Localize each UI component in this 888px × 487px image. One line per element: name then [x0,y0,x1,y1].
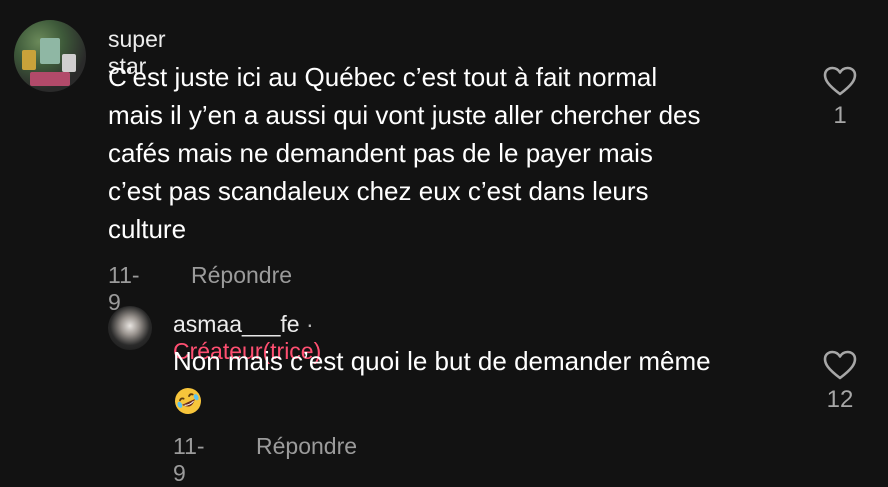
like-button[interactable]: 12 [820,350,860,414]
reply-text-line: Non mais c’est quoi le but de demander m… [173,346,711,376]
avatar[interactable] [14,20,86,92]
like-count: 1 [833,102,847,129]
comment-text-line: culture [108,214,187,244]
heart-outline-icon [823,350,857,380]
heart-outline-icon [823,66,857,96]
reply-button[interactable]: Répondre [256,433,357,460]
comment-text-line: mais il y’en a aussi qui vont juste alle… [108,100,701,130]
reply-emoji-line [173,380,813,418]
like-count: 12 [826,386,854,413]
rolling-on-floor-laughing-emoji-icon [175,388,201,415]
comment-text: C’est juste ici au Québec c’est tout à f… [108,58,808,248]
comment-text-line: c’est pas scandaleux chez eux c’est dans… [108,176,649,206]
comment-text-line: C’est juste ici au Québec c’est tout à f… [108,62,658,92]
separator-dot: · [305,311,314,337]
reply-text: Non mais c’est quoi le but de demander m… [173,342,813,418]
avatar[interactable] [108,306,152,350]
reply-button[interactable]: Répondre [191,262,292,289]
like-button[interactable]: 1 [820,66,860,130]
comment-text-line: cafés mais ne demandent pas de le payer … [108,138,653,168]
reply-username[interactable]: asmaa___fe [173,311,300,337]
reply-date: 11-9 [173,433,205,486]
